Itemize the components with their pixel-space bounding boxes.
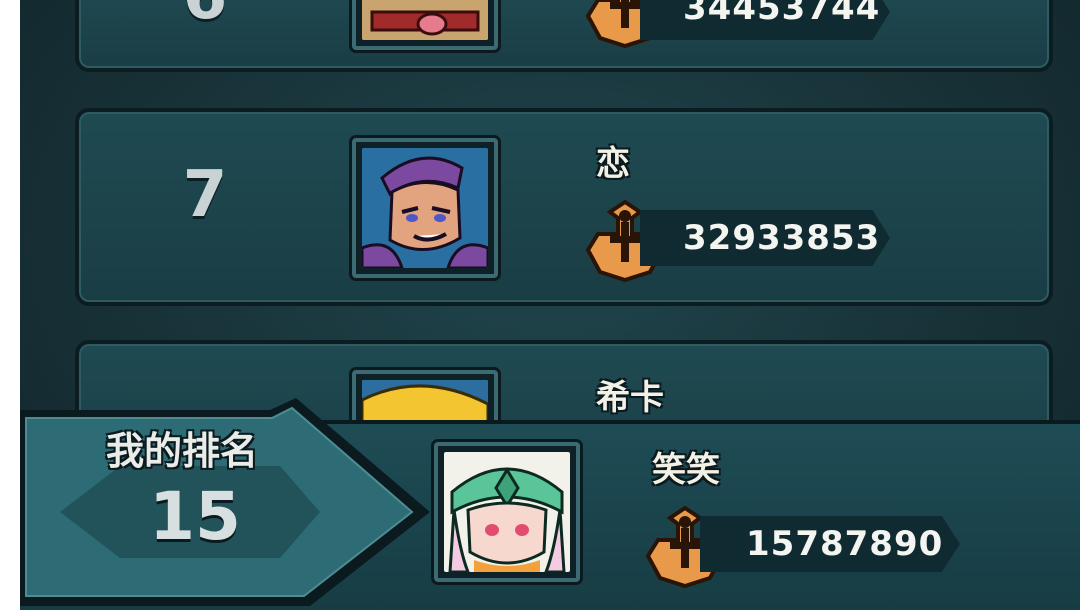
player-score: 32933853 bbox=[683, 218, 881, 258]
my-rank-number: 15 bbox=[149, 478, 241, 555]
my-player-score: 15787890 bbox=[746, 524, 944, 564]
player-name: 恋 bbox=[596, 144, 630, 184]
rank-number: 6 bbox=[145, 0, 265, 34]
rank-number: 7 bbox=[182, 158, 228, 232]
my-player-name: 笑笑 bbox=[652, 450, 720, 490]
my-avatar[interactable] bbox=[434, 442, 580, 582]
my-rank-label: 我的排名 bbox=[106, 429, 259, 473]
player-avatar[interactable] bbox=[352, 138, 498, 278]
player-score: 34453744 bbox=[683, 0, 881, 28]
player-name: 希卡 bbox=[596, 378, 664, 418]
player-avatar[interactable] bbox=[352, 0, 498, 50]
